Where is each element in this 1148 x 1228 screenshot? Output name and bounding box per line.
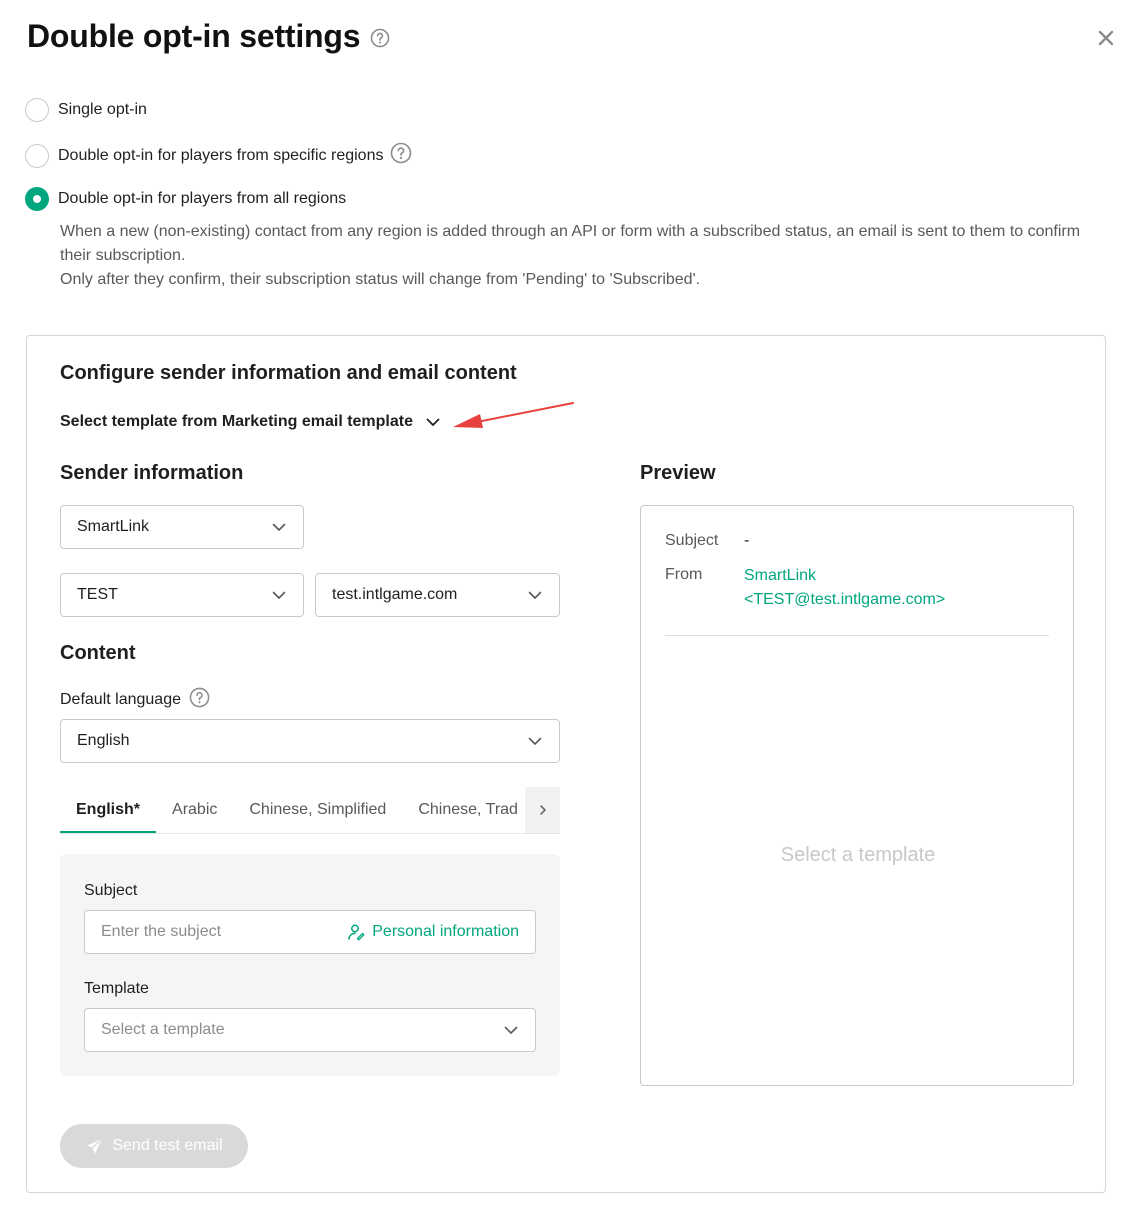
chevron-down-icon [272, 523, 286, 531]
preview-subject-value: - [744, 532, 750, 549]
default-language-select[interactable]: English [60, 719, 560, 763]
template-placeholder: Select a template [101, 1021, 225, 1038]
preview-pane: Subject - From SmartLink <TEST@test.intl… [640, 505, 1074, 1086]
preview-from-value: SmartLink <TEST@test.intlgame.com> [744, 564, 945, 612]
select-value: test.intlgame.com [332, 586, 458, 603]
sender-heading: Sender information [60, 462, 244, 484]
help-icon[interactable] [370, 28, 390, 53]
select-value: SmartLink [77, 518, 150, 535]
language-content-panel: Subject Enter the subject Personal infor… [60, 854, 560, 1076]
chevron-down-icon [528, 591, 542, 599]
radio-double-opt-in-specific-regions[interactable]: Double opt-in for players from specific … [25, 142, 412, 169]
radio-button[interactable] [25, 143, 49, 168]
tab-chinese-traditional[interactable]: Chinese, Trad [402, 787, 534, 833]
close-icon [1098, 30, 1114, 46]
template-source-label: Select template from Marketing email tem… [60, 413, 413, 430]
preview-divider [665, 635, 1049, 636]
template-label: Template [84, 980, 149, 997]
radio-double-opt-in-all-regions[interactable]: Double opt-in for players from all regio… [25, 187, 346, 211]
help-icon[interactable] [390, 142, 412, 169]
preview-from-name: SmartLink [744, 567, 817, 584]
radio-button-checked[interactable] [25, 187, 49, 211]
preview-empty-state: Select a template [780, 844, 936, 866]
close-button[interactable] [1093, 25, 1119, 51]
help-icon[interactable] [189, 687, 210, 713]
select-value: TEST [77, 586, 118, 603]
chevron-right-icon [539, 805, 546, 815]
tab-arabic[interactable]: Arabic [156, 787, 233, 833]
radio-label: Double opt-in for players from specific … [58, 146, 384, 164]
sender-domain-select[interactable]: test.intlgame.com [315, 573, 560, 617]
default-language-label: Default language [60, 691, 181, 708]
language-tabs: English* Arabic Chinese, Simplified Chin… [60, 787, 560, 834]
chevron-down-icon [426, 418, 440, 426]
chevron-down-icon [272, 591, 286, 599]
template-source-dropdown[interactable]: Select template from Marketing email tem… [60, 413, 441, 431]
config-title: Configure sender information and email c… [60, 362, 517, 384]
description-line: Only after they confirm, their subscript… [60, 271, 701, 288]
subject-label: Subject [84, 882, 138, 899]
radio-single-opt-in[interactable]: Single opt-in [25, 98, 147, 122]
send-test-email-button[interactable]: Send test email [60, 1124, 248, 1168]
default-language-label-row: Default language [60, 687, 210, 713]
tab-chinese-simplified[interactable]: Chinese, Simplified [233, 787, 402, 833]
user-icon [348, 924, 365, 941]
annotation-arrow-icon [453, 402, 574, 428]
subject-placeholder: Enter the subject [101, 923, 222, 940]
personal-information-label: Personal information [372, 923, 519, 940]
subject-input[interactable]: Enter the subject Personal information [84, 910, 536, 954]
sender-prefix-select[interactable]: TEST [60, 573, 304, 617]
select-value: English [77, 732, 130, 749]
send-test-email-label: Send test email [112, 1137, 223, 1154]
sender-name-select[interactable]: SmartLink [60, 505, 304, 549]
description-line: When a new (non-existing) contact from a… [60, 223, 1081, 264]
template-select[interactable]: Select a template [84, 1008, 536, 1052]
chevron-down-icon [528, 737, 542, 745]
send-icon [87, 1137, 103, 1154]
preview-heading: Preview [640, 462, 716, 484]
dialog-title: Double opt-in settings [27, 18, 361, 54]
tabs-scroll-right-button[interactable] [525, 787, 560, 833]
option-description: When a new (non-existing) contact from a… [60, 220, 1100, 292]
chevron-down-icon [504, 1026, 518, 1034]
content-heading: Content [60, 642, 136, 664]
preview-from-address: <TEST@test.intlgame.com> [744, 591, 946, 608]
radio-button[interactable] [25, 98, 49, 122]
preview-subject-key: Subject [665, 532, 719, 549]
preview-from-key: From [665, 566, 703, 583]
config-card: Configure sender information and email c… [26, 335, 1106, 1193]
tab-english[interactable]: English* [60, 787, 157, 833]
radio-label: Double opt-in for players from all regio… [58, 190, 347, 207]
personal-information-button[interactable]: Personal information [347, 923, 519, 941]
radio-label: Single opt-in [58, 101, 147, 118]
